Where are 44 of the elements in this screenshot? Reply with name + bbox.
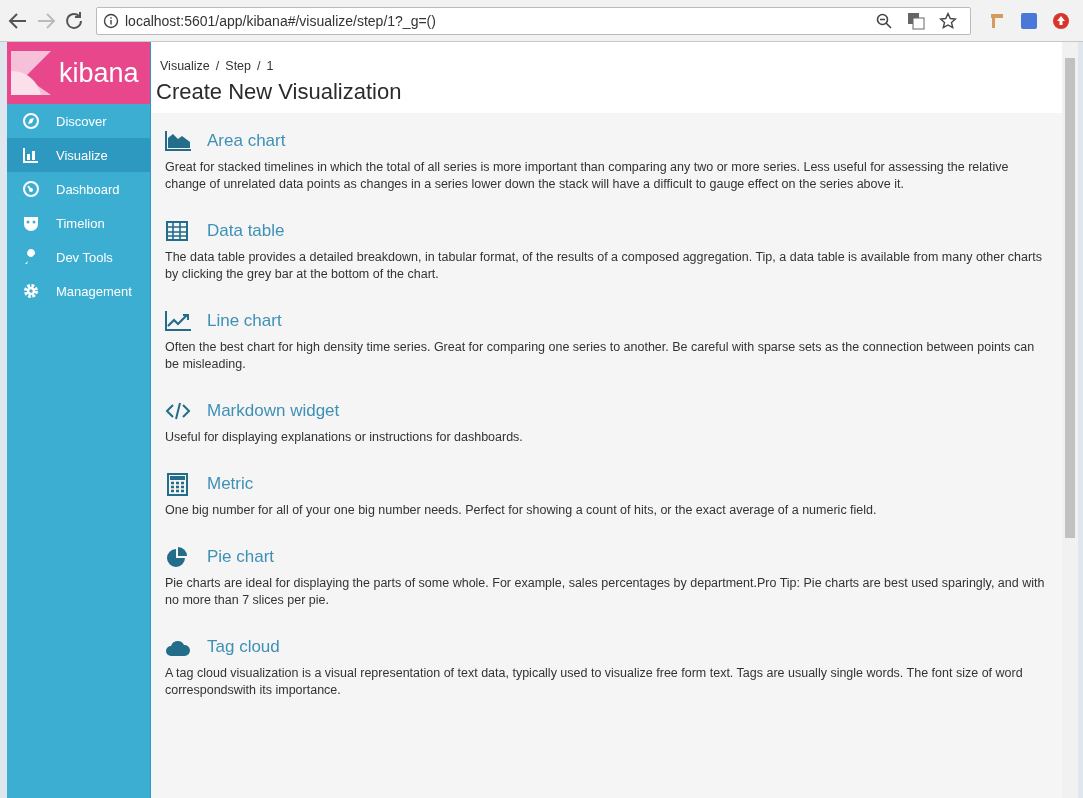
zoom-out-icon[interactable] <box>875 11 893 30</box>
visualization-description: Pie charts are ideal for displaying the parts of some whole. For example, sales percentages by department.Pro Tip: Pie charts are best used sparingly, and with no more than 7 slices per pie. <box>165 575 1046 609</box>
line-chart-icon[interactable] <box>165 309 193 333</box>
visualization-description: One big number for all of your one big number needs. Perfect for showing a count of hits, or the exact average of a numeric field. <box>165 502 878 519</box>
kibana-logo-icon <box>11 51 51 95</box>
visualization-description: A tag cloud visualization is a visual representation of text data, typically used to visualize free form text. Tags are usually single words. The font size of word correspondswith its importance. <box>165 665 1024 699</box>
sidebar-item[interactable]: Discover <box>7 104 150 138</box>
sidebar-item[interactable]: Dev Tools <box>7 240 150 274</box>
sidebar-item[interactable]: Timelion <box>7 206 150 240</box>
info-icon[interactable] <box>103 12 119 29</box>
extension-icon[interactable] <box>1052 11 1070 30</box>
visualization-link[interactable]: Line chart <box>207 311 282 331</box>
settings-icon <box>22 282 40 300</box>
logo[interactable]: kibana <box>7 42 150 104</box>
breadcrumb-separator: / <box>215 59 220 73</box>
star-icon[interactable] <box>939 11 957 30</box>
page-title: Create New Visualization <box>156 79 403 105</box>
gauge-icon <box>22 180 40 198</box>
sidebar-item[interactable]: Visualize <box>7 138 150 172</box>
visualization-link[interactable]: Area chart <box>207 131 286 151</box>
area-chart-icon[interactable] <box>165 129 193 153</box>
visualization-link[interactable]: Markdown widget <box>207 401 340 421</box>
visualization-link[interactable]: Pie chart <box>207 547 275 567</box>
visualization-link[interactable]: Tag cloud <box>207 637 280 657</box>
visualization-link[interactable]: Metric <box>207 474 254 494</box>
visualization-description: Often the best chart for high density time series. Great for comparing one series to another. Be careful with sparse sets as the connection between points can be misleading. <box>165 339 1036 373</box>
visualization-link[interactable]: Data table <box>207 221 285 241</box>
breadcrumb[interactable]: Visualize <box>160 59 210 73</box>
visualization-description: Great for stacked timelines in which the total of all series is more important than comparing any two or more series. Less useful for assessing the relative change of unrelated data points as changes in a series lower down the stack will have a difficult to gauge effect on the series above it. <box>165 159 1010 193</box>
compass-icon <box>22 112 40 130</box>
sidebar-item[interactable]: Management <box>7 274 150 308</box>
mask-icon <box>22 214 40 232</box>
sidebar-item[interactable]: Dashboard <box>7 172 150 206</box>
breadcrumb-separator: / <box>257 59 261 73</box>
visualization-description: The data table provides a detailed breakdown, in tabular format, of the results of a composed aggregation. Tip, a data table is available from many other charts by clicking the grey bar at the bottom of the chart. <box>165 249 1043 283</box>
logo-text: kibana <box>59 57 139 89</box>
visualization-description: Useful for displaying explanations or instructions for dashboards. <box>165 429 524 446</box>
extension-icon[interactable] <box>1020 11 1038 30</box>
scrollbar-thumb[interactable] <box>1065 58 1075 538</box>
address-bar[interactable]: localhost:5601/app/kibana#/visualize/step/1?_g=() <box>96 6 971 35</box>
breadcrumb[interactable]: Step <box>225 59 251 73</box>
url-text: localhost:5601/app/kibana#/visualize/step/1?_g=() <box>125 12 437 29</box>
breadcrumb: 1 <box>266 59 274 73</box>
bar-chart-icon <box>22 146 40 164</box>
